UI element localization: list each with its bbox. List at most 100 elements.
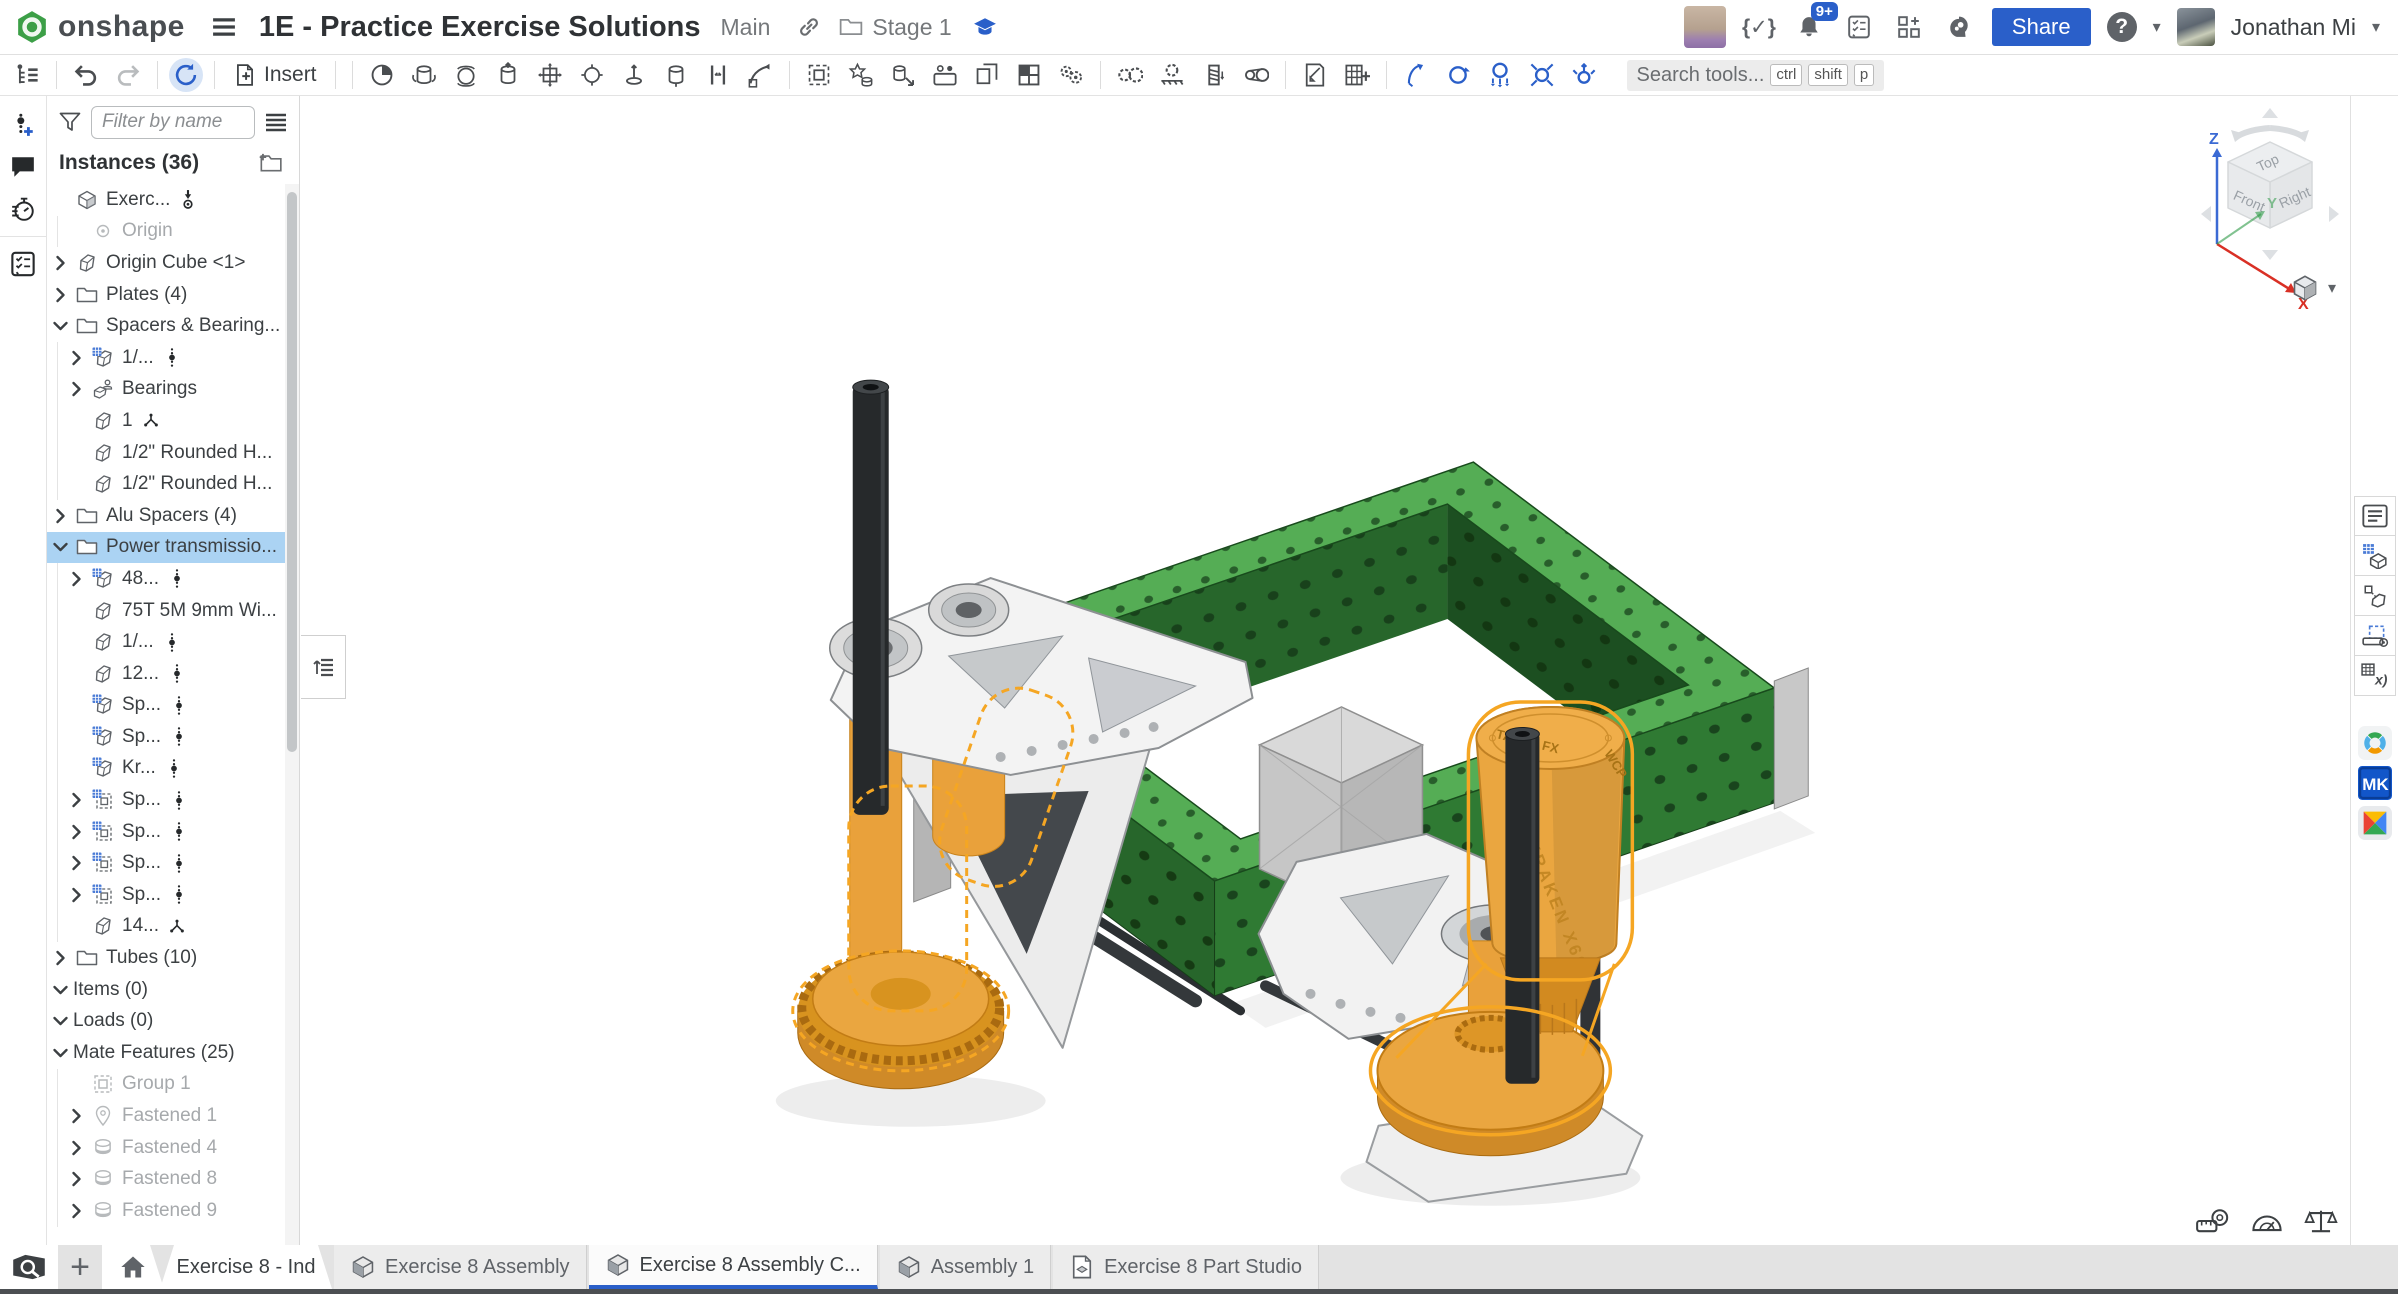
expander-chevron-icon[interactable] bbox=[63, 1138, 89, 1158]
planar-mate-icon[interactable] bbox=[532, 58, 568, 92]
expander-chevron-icon[interactable] bbox=[47, 316, 73, 336]
tree-row[interactable]: 12... bbox=[47, 658, 285, 690]
mass-properties-icon[interactable] bbox=[2304, 1207, 2340, 1237]
tree-row[interactable]: Power transmissio... bbox=[47, 532, 285, 564]
learning-center-icon[interactable] bbox=[968, 10, 1002, 44]
tree-row[interactable]: Sp... bbox=[47, 721, 285, 753]
tree-row[interactable]: Fastened 8 bbox=[47, 1163, 285, 1195]
screw-relation-icon[interactable] bbox=[1196, 58, 1232, 92]
comments-icon[interactable] bbox=[4, 146, 42, 188]
dots-icon[interactable] bbox=[166, 757, 186, 779]
rack-relation-icon[interactable] bbox=[1154, 58, 1190, 92]
link-icon[interactable] bbox=[792, 10, 826, 44]
tree-row[interactable]: Items (0) bbox=[47, 974, 285, 1006]
display-panes-icon[interactable] bbox=[1011, 58, 1047, 92]
tree-row[interactable]: 1 bbox=[47, 405, 285, 437]
dots-icon[interactable] bbox=[171, 852, 191, 874]
viewport[interactable]: TALON FX WCP KRAKEN X60 bbox=[301, 96, 2350, 1245]
document-tab[interactable]: Assembly 1 bbox=[880, 1245, 1051, 1289]
revolve-motion-icon[interactable] bbox=[1440, 58, 1476, 92]
tab-group-label[interactable]: Exercise 8 - Ind bbox=[160, 1245, 332, 1289]
animate-icon[interactable] bbox=[1398, 58, 1434, 92]
main-menu-icon[interactable] bbox=[207, 10, 241, 44]
copy-in-place-icon[interactable] bbox=[969, 58, 1005, 92]
group-icon[interactable] bbox=[801, 58, 837, 92]
notifications-icon[interactable]: 9+ bbox=[1792, 10, 1826, 44]
expander-chevron-icon[interactable] bbox=[63, 1201, 89, 1221]
document-tab[interactable]: Exercise 8 Assembly C... bbox=[589, 1245, 878, 1289]
replicate-icon[interactable] bbox=[843, 58, 879, 92]
expander-chevron-icon[interactable] bbox=[63, 348, 89, 368]
tree-row[interactable]: Sp... bbox=[47, 879, 285, 911]
filter-input[interactable] bbox=[91, 106, 255, 139]
scrollbar-thumb[interactable] bbox=[287, 192, 297, 752]
measure-icon[interactable] bbox=[2196, 1207, 2232, 1237]
tree-row[interactable]: Origin bbox=[47, 216, 285, 248]
expander-chevron-icon[interactable] bbox=[63, 1169, 89, 1189]
expander-chevron-icon[interactable] bbox=[47, 948, 73, 968]
variables-icon[interactable]: x) bbox=[2354, 656, 2396, 696]
cylindrical-mate-icon[interactable] bbox=[658, 58, 694, 92]
dots-icon[interactable] bbox=[171, 789, 191, 811]
display-states-icon[interactable] bbox=[1297, 58, 1333, 92]
tree-row[interactable]: Origin Cube <1> bbox=[47, 247, 285, 279]
gear-relation-icon[interactable] bbox=[1112, 58, 1148, 92]
configurations-icon[interactable] bbox=[2354, 536, 2396, 576]
expander-chevron-icon[interactable] bbox=[47, 537, 73, 557]
tree-scrollbar[interactable] bbox=[285, 184, 299, 1245]
tree-row[interactable]: Mate Features (25) bbox=[47, 1037, 285, 1069]
tree-row[interactable]: Sp... bbox=[47, 847, 285, 879]
expander-chevron-icon[interactable] bbox=[47, 285, 73, 305]
assembly-tree-toggle-icon[interactable] bbox=[9, 58, 45, 92]
app-color-ring-icon[interactable] bbox=[2355, 724, 2395, 762]
tri-icon[interactable] bbox=[169, 915, 189, 937]
tree-row[interactable]: Plates (4) bbox=[47, 279, 285, 311]
workspace-name[interactable]: Main bbox=[721, 14, 771, 41]
feature-scripts-icon[interactable]: {✓} bbox=[1742, 15, 1776, 40]
path-mate-icon[interactable] bbox=[742, 58, 778, 92]
expander-chevron-icon[interactable] bbox=[63, 379, 89, 399]
pin-slot-mate-icon[interactable] bbox=[616, 58, 652, 92]
filter-icon[interactable] bbox=[55, 107, 85, 137]
protractor-icon[interactable] bbox=[2250, 1207, 2286, 1237]
expander-chevron-icon[interactable] bbox=[63, 569, 89, 589]
list-view-icon[interactable] bbox=[261, 107, 291, 137]
model-list-icon[interactable] bbox=[2354, 496, 2396, 536]
dots-icon[interactable] bbox=[171, 726, 191, 748]
ball-mate-icon[interactable] bbox=[448, 58, 484, 92]
revolute-mate-icon[interactable] bbox=[406, 58, 442, 92]
tab-search-button[interactable] bbox=[0, 1245, 58, 1289]
dots-icon[interactable] bbox=[171, 884, 191, 906]
expander-chevron-icon[interactable] bbox=[63, 885, 89, 905]
onshape-logo[interactable]: onshape bbox=[14, 9, 185, 45]
app-store-icon[interactable] bbox=[1892, 10, 1926, 44]
dots-icon[interactable] bbox=[169, 568, 189, 590]
add-folder-icon[interactable] bbox=[257, 150, 287, 176]
expander-chevron-icon[interactable] bbox=[47, 253, 73, 273]
panel-flyout-toggle[interactable] bbox=[301, 635, 346, 699]
add-mate-connector-icon[interactable] bbox=[4, 104, 42, 146]
spherical-mate-icon[interactable] bbox=[574, 58, 610, 92]
tree-row[interactable]: Fastened 1 bbox=[47, 1100, 285, 1132]
tree-row[interactable]: Sp... bbox=[47, 816, 285, 848]
search-tools-box[interactable]: Search tools...ctrlshiftp bbox=[1627, 60, 1885, 91]
expander-chevron-icon[interactable] bbox=[63, 822, 89, 842]
tree-row[interactable]: 14... bbox=[47, 911, 285, 943]
share-button[interactable]: Share bbox=[1992, 8, 2091, 46]
tasks-panel-icon[interactable] bbox=[1842, 10, 1876, 44]
app-mk-icon[interactable]: MK bbox=[2355, 764, 2395, 802]
tree-row[interactable]: 48... bbox=[47, 563, 285, 595]
help-caret-icon[interactable]: ▾ bbox=[2153, 17, 2161, 37]
mate-connector-icon[interactable] bbox=[885, 58, 921, 92]
stopwatch-icon[interactable] bbox=[4, 188, 42, 230]
dots-icon[interactable] bbox=[171, 694, 191, 716]
expander-chevron-icon[interactable] bbox=[47, 980, 73, 1000]
tree-row[interactable]: 1/2" Rounded H... bbox=[47, 468, 285, 500]
dots-icon[interactable] bbox=[164, 631, 184, 653]
tree-row[interactable]: 1/... bbox=[47, 342, 285, 374]
tree-row[interactable]: Loads (0) bbox=[47, 1005, 285, 1037]
expander-chevron-icon[interactable] bbox=[63, 790, 89, 810]
help-icon[interactable]: ? bbox=[2107, 12, 2137, 42]
expander-chevron-icon[interactable] bbox=[63, 853, 89, 873]
tree-row[interactable]: Spacers & Bearing... bbox=[47, 310, 285, 342]
